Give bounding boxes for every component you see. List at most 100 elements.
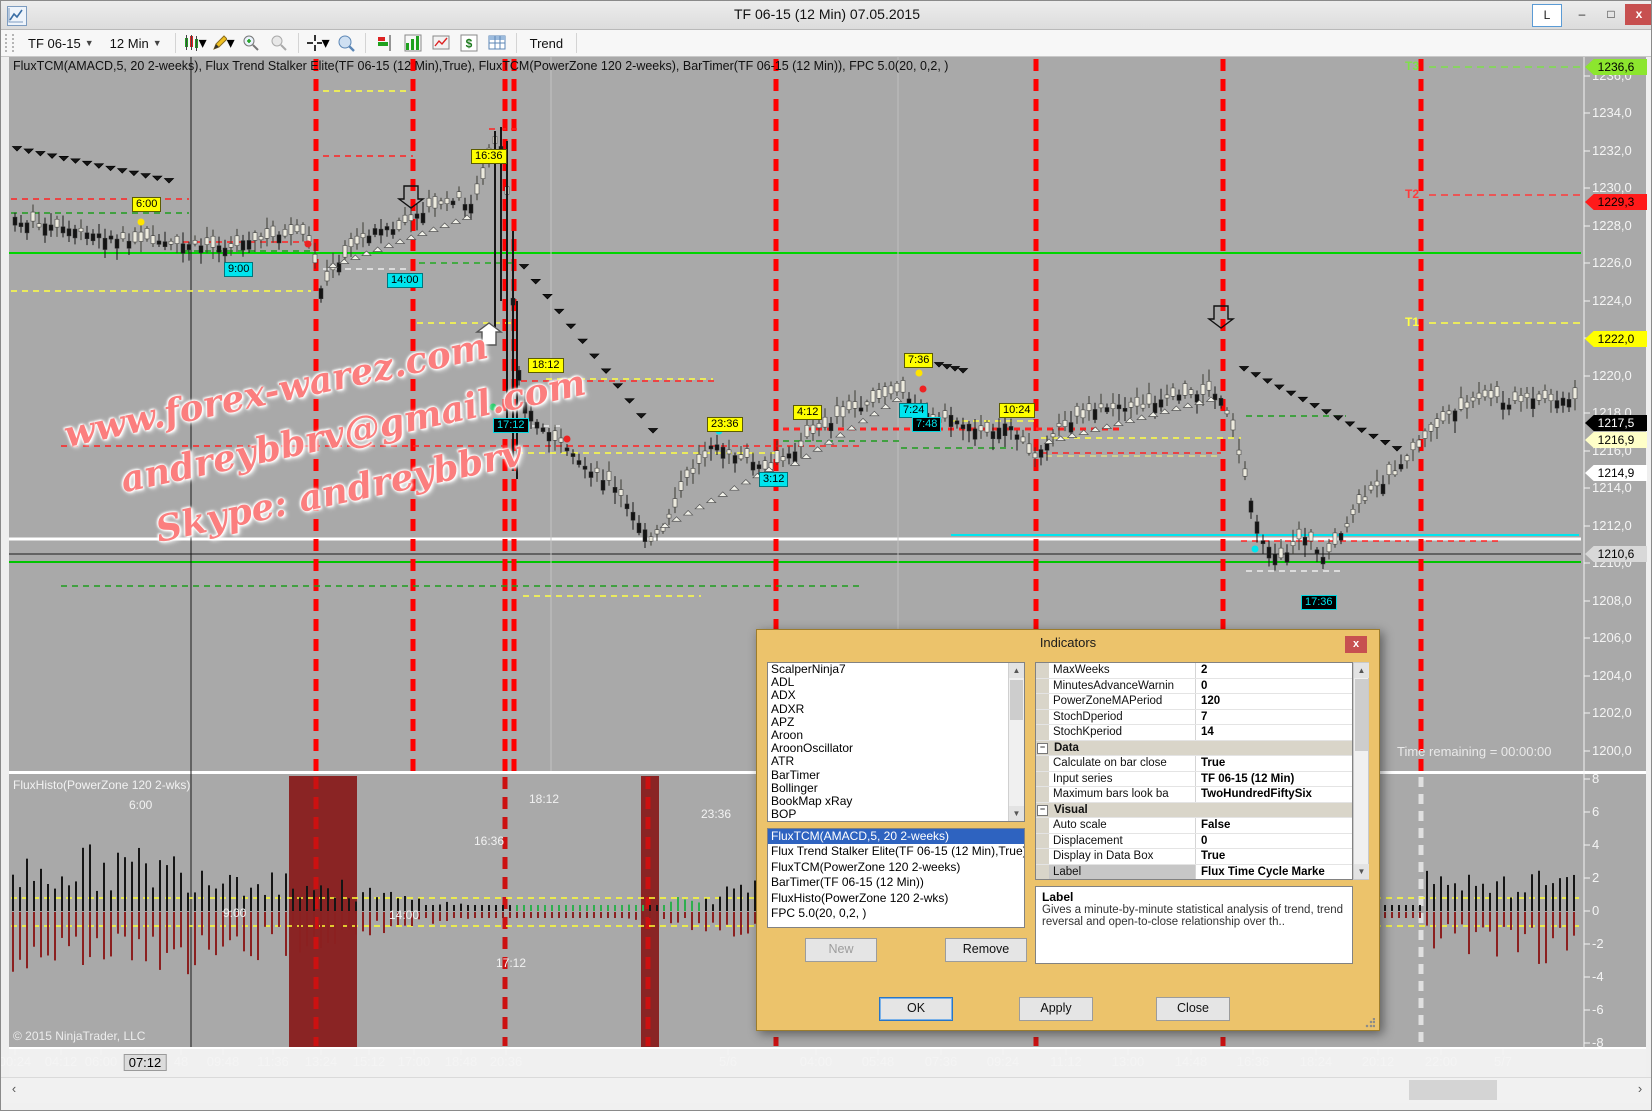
- link-button[interactable]: L: [1532, 4, 1562, 27]
- price-axis-tick: 1204,0: [1592, 668, 1632, 683]
- indicator-list-item[interactable]: ScalperNinja7: [768, 663, 1024, 676]
- indicator-list-item[interactable]: BookMap xRay: [768, 795, 1024, 808]
- time-axis-label: 20:36: [490, 1054, 523, 1069]
- price-axis-tick: 1214,0: [1592, 480, 1632, 495]
- indicator-list-item[interactable]: Bollinger: [768, 782, 1024, 795]
- price-marker-tag: 1216,9: [1585, 432, 1647, 448]
- configured-indicator-item[interactable]: FluxTCM(PowerZone 120 2-weeks): [768, 860, 1024, 875]
- price-axis-tick: 1212,0: [1592, 518, 1632, 533]
- grid-button[interactable]: [485, 32, 509, 54]
- configured-indicator-item[interactable]: FluxTCM(AMACD,5, 20 2-weeks): [768, 829, 1024, 844]
- interval-dropdown[interactable]: 12 Min▼: [104, 34, 168, 53]
- close-button[interactable]: x: [1625, 4, 1652, 25]
- histogram-time-label: 9:00: [223, 906, 246, 920]
- histogram-axis-tick: 6: [1592, 804, 1599, 819]
- instrument-dropdown[interactable]: TF 06-15▼: [22, 34, 100, 53]
- drawing-tools-button[interactable]: ▾: [211, 32, 235, 54]
- ok-button[interactable]: OK: [879, 997, 953, 1021]
- indicator-list-item[interactable]: BarTimer: [768, 769, 1024, 782]
- price-axis-tick: 1224,0: [1592, 293, 1632, 308]
- new-button[interactable]: New: [805, 938, 877, 962]
- account-button[interactable]: $: [457, 32, 481, 54]
- description-text: Gives a minute-by-minute statistical ana…: [1042, 904, 1343, 928]
- scroll-down-icon[interactable]: ▼: [1354, 864, 1369, 879]
- configured-indicator-item[interactable]: Flux Trend Stalker Elite(TF 06-15 (12 Mi…: [768, 844, 1024, 859]
- indicator-list-item[interactable]: ATR: [768, 755, 1024, 768]
- time-cycle-marker-tag: 7:24: [899, 403, 928, 418]
- scrollbar-thumb[interactable]: [1355, 679, 1368, 751]
- property-row[interactable]: Input seriesTF 06-15 (12 Min): [1036, 772, 1352, 788]
- indicator-list-item[interactable]: AroonOscillator: [768, 742, 1024, 755]
- scroll-up-icon[interactable]: ▲: [1009, 663, 1024, 678]
- remove-button[interactable]: Remove: [945, 938, 1027, 962]
- chart-snapshot-button[interactable]: [429, 32, 453, 54]
- volume-profile-button[interactable]: [373, 32, 397, 54]
- indicator-list-item[interactable]: ADX: [768, 689, 1024, 702]
- time-cycle-marker-tag: 9:00: [224, 262, 253, 277]
- property-row[interactable]: Auto scaleFalse: [1036, 818, 1352, 834]
- trend-tool-label[interactable]: Trend: [524, 36, 569, 51]
- time-axis-label: 04:00: [800, 1054, 833, 1069]
- property-grid-scrollbar[interactable]: ▲ ▼: [1353, 662, 1369, 880]
- indicator-list-item[interactable]: ADL: [768, 676, 1024, 689]
- property-row[interactable]: StochKperiod14: [1036, 725, 1352, 741]
- property-row[interactable]: Display in Data BoxTrue: [1036, 849, 1352, 865]
- toolbar-grip-handle[interactable]: [5, 34, 14, 52]
- property-section-row[interactable]: −Visual: [1036, 803, 1352, 819]
- maximize-button[interactable]: □: [1597, 4, 1625, 25]
- property-row[interactable]: Maximum bars look baTwoHundredFiftySix: [1036, 787, 1352, 803]
- configured-indicator-item[interactable]: FPC 5.0(20, 0,2, ): [768, 906, 1024, 921]
- collapse-icon[interactable]: −: [1037, 805, 1048, 816]
- property-row[interactable]: Calculate on bar closeTrue: [1036, 756, 1352, 772]
- property-grid[interactable]: MaxWeeks2MinutesAdvanceWarnin0PowerZoneM…: [1035, 662, 1353, 880]
- property-row[interactable]: PowerZoneMAPeriod120: [1036, 694, 1352, 710]
- indicator-list-item[interactable]: ADXR: [768, 703, 1024, 716]
- histogram-axis-tick: -4: [1592, 969, 1604, 984]
- property-row[interactable]: MinutesAdvanceWarnin0: [1036, 679, 1352, 695]
- configured-indicators-list[interactable]: FluxTCM(AMACD,5, 20 2-weeks)Flux Trend S…: [767, 828, 1025, 928]
- histogram-time-label: 17:12: [496, 956, 526, 970]
- toolbar-separator: [365, 33, 366, 53]
- property-row[interactable]: Displacement0: [1036, 834, 1352, 850]
- property-row[interactable]: MaxWeeks2: [1036, 663, 1352, 679]
- histogram-axis-tick: 2: [1592, 870, 1599, 885]
- time-axis-label: 04:12: [45, 1054, 78, 1069]
- property-row[interactable]: LabelFlux Time Cycle Marke: [1036, 865, 1352, 881]
- price-axis-tick: 1208,0: [1592, 593, 1632, 608]
- time-axis-label: 07:36: [925, 1054, 958, 1069]
- available-indicators-list[interactable]: ScalperNinja7ADLADXADXRAPZAroonAroonOsci…: [767, 662, 1025, 822]
- time-axis-label: 11:12: [1050, 1054, 1082, 1069]
- chevron-down-icon: ▾: [199, 33, 207, 53]
- market-analyzer-button[interactable]: [401, 32, 425, 54]
- scroll-left-arrow[interactable]: ‹: [5, 1081, 23, 1096]
- magnifier-icon: [337, 34, 355, 52]
- close-dialog-button[interactable]: Close: [1156, 997, 1230, 1021]
- scrollbar-thumb[interactable]: [1010, 680, 1023, 720]
- data-box-button[interactable]: [334, 32, 358, 54]
- zoom-in-button[interactable]: [239, 32, 263, 54]
- minimize-button[interactable]: –: [1568, 4, 1596, 25]
- horizontal-scrollbar[interactable]: [1, 1077, 1652, 1104]
- scroll-up-icon[interactable]: ▲: [1354, 663, 1369, 678]
- resize-grip[interactable]: [1365, 1018, 1375, 1028]
- toolbar-separator: [175, 33, 176, 53]
- available-list-scrollbar[interactable]: ▲ ▼: [1008, 663, 1024, 821]
- zoom-out-button[interactable]: [267, 32, 291, 54]
- apply-button[interactable]: Apply: [1019, 997, 1093, 1021]
- scroll-right-arrow[interactable]: ›: [1631, 1081, 1649, 1096]
- indicator-list-item[interactable]: APZ: [768, 716, 1024, 729]
- property-row[interactable]: StochDperiod7: [1036, 710, 1352, 726]
- scrollbar-thumb[interactable]: [1409, 1080, 1497, 1100]
- scroll-down-icon[interactable]: ▼: [1009, 806, 1024, 821]
- configured-indicator-item[interactable]: BarTimer(TF 06-15 (12 Min)): [768, 875, 1024, 890]
- indicator-overlay-label: FluxTCM(AMACD,5, 20 2-weeks), Flux Trend…: [13, 59, 948, 73]
- dialog-close-icon[interactable]: x: [1345, 636, 1367, 653]
- chart-style-button[interactable]: ▾: [183, 32, 207, 54]
- crosshair-button[interactable]: ▾: [306, 32, 330, 54]
- property-section-row[interactable]: −Data: [1036, 741, 1352, 757]
- indicator-list-item[interactable]: BOP: [768, 808, 1024, 821]
- configured-indicator-item[interactable]: FluxHisto(PowerZone 120 2-wks): [768, 891, 1024, 906]
- collapse-icon[interactable]: −: [1037, 743, 1048, 754]
- time-cycle-marker-tag: 10:24: [999, 403, 1035, 418]
- histogram-axis-tick: 8: [1592, 771, 1599, 786]
